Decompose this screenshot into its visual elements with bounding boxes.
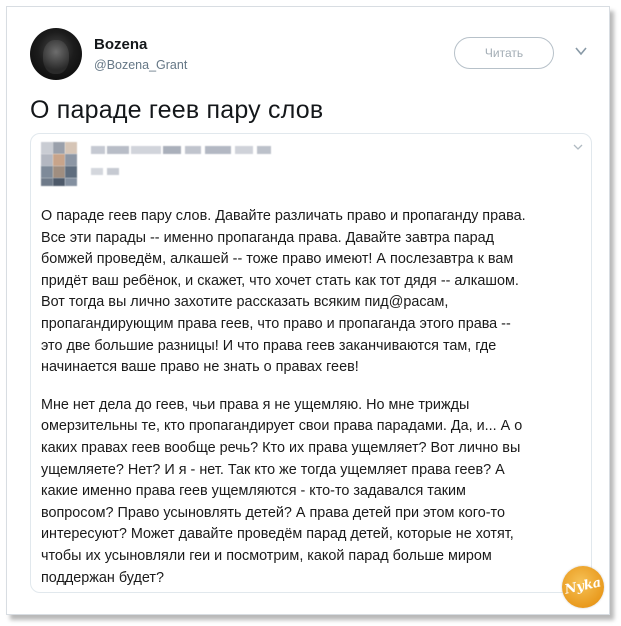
quoted-post-card[interactable]: О параде геев пару слов. Давайте различа… [30,133,592,593]
quote-line: Мне нет дела до геев, чьи права я не уще… [41,396,470,413]
quote-line: поддержан будет? [41,569,165,586]
quote-line: интересуют? Может давайте проведём парад… [41,526,514,543]
caret-down-icon[interactable] [574,44,588,58]
quote-paragraph-1: О параде геев пару слов. Давайте различа… [41,206,586,379]
author-name[interactable]: Bozena [94,36,147,53]
quote-caret-icon[interactable] [573,142,583,152]
quote-line: чтобы их усыновляли геи и посмотрим, как… [41,547,492,564]
quote-line: Все эти парады -- именно пропаганда прав… [41,229,494,246]
follow-button[interactable]: Читать [454,37,554,69]
avatar[interactable] [30,28,82,80]
watermark-text: Nyka [563,575,603,598]
quote-line: начинается ваше право не знать о правах … [41,359,359,376]
quote-line: ущемляете? Нет? И я - нет. Так кто же то… [41,461,505,478]
quote-line: Вот тогда вы лично захотите рассказать в… [41,294,449,311]
quote-line: бомжей проведём, алкашей -- тоже право и… [41,251,514,268]
site-logo-watermark: Nyka [562,566,604,608]
quote-line: какие именно права геев ущемляются - кто… [41,483,466,500]
tweet-text: О параде геев пару слов [30,96,324,124]
quoted-post-body: О параде геев пару слов. Давайте различа… [41,206,586,589]
author-handle[interactable]: @Bozena_Grant [94,58,187,72]
quote-line: придёт ваш ребёнок, и скажет, что хочет … [41,272,519,289]
quote-line: вопросом? Право усыновлять детей? А прав… [41,504,505,521]
quote-line: каких правах геев вообще речь? Кто их пр… [41,439,521,456]
quote-line: О параде геев пару слов. Давайте различа… [41,208,526,224]
quote-paragraph-2: Мне нет дела до геев, чьи права я не уще… [41,395,586,589]
quote-line: омерзительны те, кто пропагандирует свои… [41,418,523,435]
quote-line: это две большие разницы! И что права гее… [41,337,497,354]
quote-line: пропагандирующим права геев, что право и… [41,315,511,332]
